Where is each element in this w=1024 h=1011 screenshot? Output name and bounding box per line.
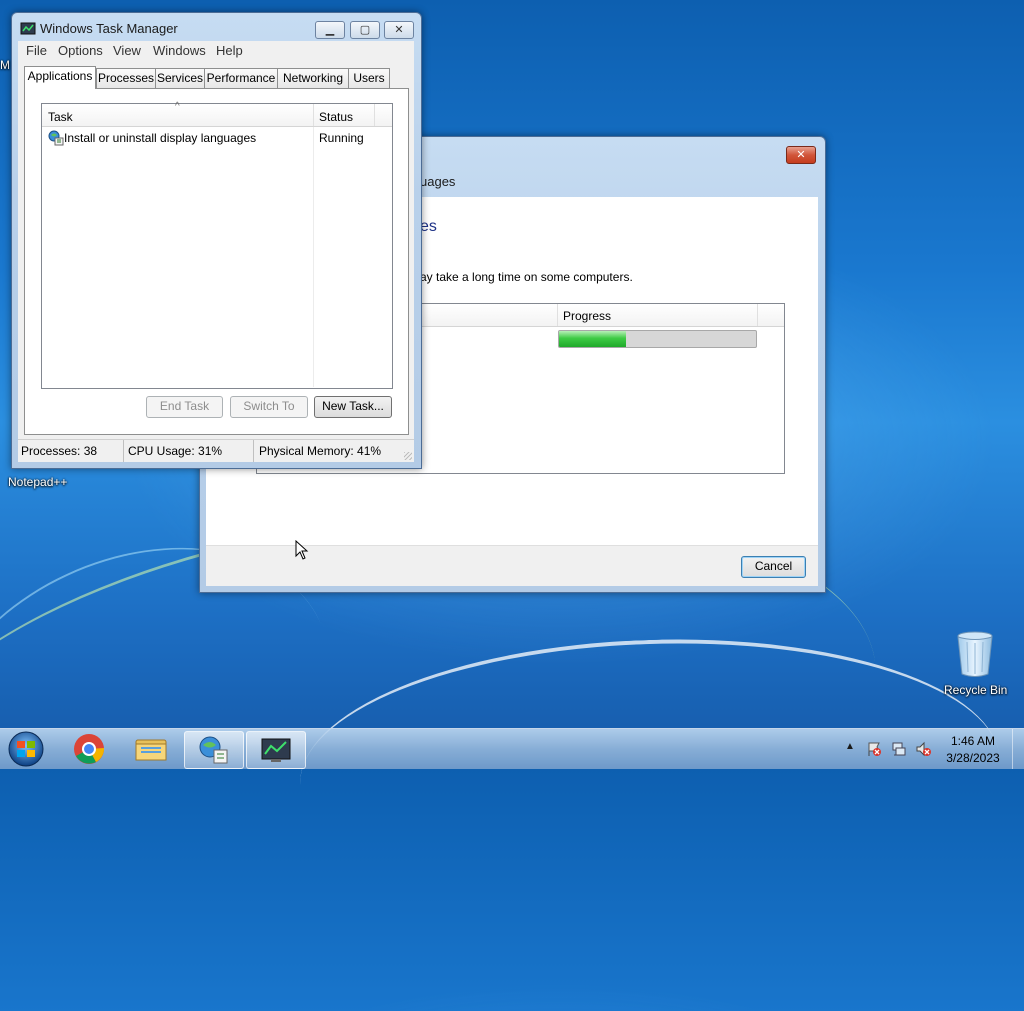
progress-column-header: Progress	[563, 309, 612, 323]
chrome-icon	[74, 734, 105, 764]
maximize-button[interactable]: ▢	[350, 21, 380, 39]
action-center-flag-icon[interactable]	[866, 741, 882, 757]
folder-icon	[135, 739, 167, 761]
column-status[interactable]: Status	[319, 110, 353, 124]
cancel-button[interactable]: Cancel	[741, 556, 806, 578]
tab-services[interactable]: Services	[155, 68, 205, 89]
task-manager-window: Windows Task Manager ▁ ▢ ✕ File Options …	[11, 12, 422, 469]
recycle-bin-icon	[957, 631, 993, 677]
processes-count: Processes: 38	[18, 440, 124, 462]
task-manager-icon	[261, 738, 291, 762]
tab-performance[interactable]: Performance	[204, 68, 278, 89]
language-installer-icon	[199, 736, 228, 764]
clock-time: 1:46 AM	[950, 734, 996, 748]
end-task-button[interactable]: End Task	[146, 396, 223, 418]
cpu-usage: CPU Usage: 31%	[125, 440, 254, 462]
close-icon: ✕	[796, 148, 806, 161]
task-list[interactable]: Task ^ Status Install or uninstall displ…	[41, 101, 393, 389]
window-title: Windows Task Manager	[40, 21, 178, 36]
installer-title: uages	[420, 174, 456, 189]
network-icon[interactable]	[891, 741, 907, 757]
switch-to-button[interactable]: Switch To	[230, 396, 308, 418]
installer-message: ay take a long time on some computers.	[420, 270, 633, 284]
taskbar: ▲ 1:46 AM 3/28/2023	[0, 728, 1024, 769]
table-row[interactable]: Install or uninstall display languages R…	[42, 129, 392, 147]
install-progress-fill	[559, 331, 626, 347]
resize-grip-icon[interactable]	[404, 452, 412, 460]
status-bar: Processes: 38 CPU Usage: 31% Physical Me…	[18, 439, 414, 462]
minimize-icon: ▁	[325, 23, 335, 36]
menu-windows[interactable]: Windows	[153, 43, 206, 58]
clock[interactable]: 1:46 AM 3/28/2023	[940, 733, 1006, 767]
close-button[interactable]: ✕	[384, 21, 414, 39]
windows-logo-icon	[8, 731, 44, 767]
tab-processes[interactable]: Processes	[96, 68, 156, 89]
notepad-label: Notepad++	[8, 475, 68, 489]
maximize-icon: ▢	[359, 23, 371, 36]
tab-users[interactable]: Users	[348, 68, 390, 89]
language-installer-icon	[48, 130, 64, 146]
installer-heading: es	[420, 218, 437, 235]
task-status: Running	[319, 131, 364, 145]
new-task-button[interactable]: New Task...	[314, 396, 392, 418]
menu-view[interactable]: View	[113, 43, 141, 58]
applications-panel: Task ^ Status Install or uninstall displ…	[24, 88, 409, 435]
install-progress-bar	[558, 330, 757, 348]
physical-memory: Physical Memory: 41%	[259, 444, 382, 458]
mouse-cursor-icon	[295, 540, 309, 560]
menu-help[interactable]: Help	[216, 43, 243, 58]
tab-networking[interactable]: Networking	[277, 68, 349, 89]
menu-bar: File Options View Windows Help	[18, 41, 414, 61]
taskbar-chrome[interactable]	[60, 731, 118, 767]
minimize-button[interactable]: ▁	[315, 21, 345, 39]
close-icon: ✕	[394, 23, 404, 36]
taskbar-task-manager[interactable]	[246, 731, 306, 769]
show-hidden-icons-button[interactable]: ▲	[845, 741, 855, 752]
volume-muted-icon[interactable]	[915, 741, 931, 757]
desktop-icon-partial-label[interactable]: M	[0, 58, 10, 72]
menu-file[interactable]: File	[26, 43, 47, 58]
taskbar-explorer[interactable]	[122, 731, 180, 767]
show-desktop-button[interactable]	[1012, 729, 1024, 769]
task-manager-app-icon	[20, 22, 36, 35]
column-task[interactable]: Task	[48, 110, 73, 124]
installer-close-button[interactable]: ✕	[786, 146, 816, 164]
taskbar-language-installer[interactable]	[184, 731, 244, 769]
menu-options[interactable]: Options	[58, 43, 103, 58]
sort-ascending-icon: ^	[175, 101, 180, 112]
tab-applications[interactable]: Applications	[24, 66, 96, 89]
start-button[interactable]	[6, 730, 46, 768]
recycle-bin-label: Recycle Bin	[944, 683, 1008, 697]
task-name: Install or uninstall display languages	[64, 131, 257, 145]
clock-date: 3/28/2023	[946, 751, 1000, 765]
task-manager-body: Applications Processes Services Performa…	[18, 61, 414, 439]
task-list-header: Task ^ Status	[42, 101, 392, 127]
recycle-bin-desktop-icon[interactable]: Recycle Bin	[940, 630, 1012, 700]
